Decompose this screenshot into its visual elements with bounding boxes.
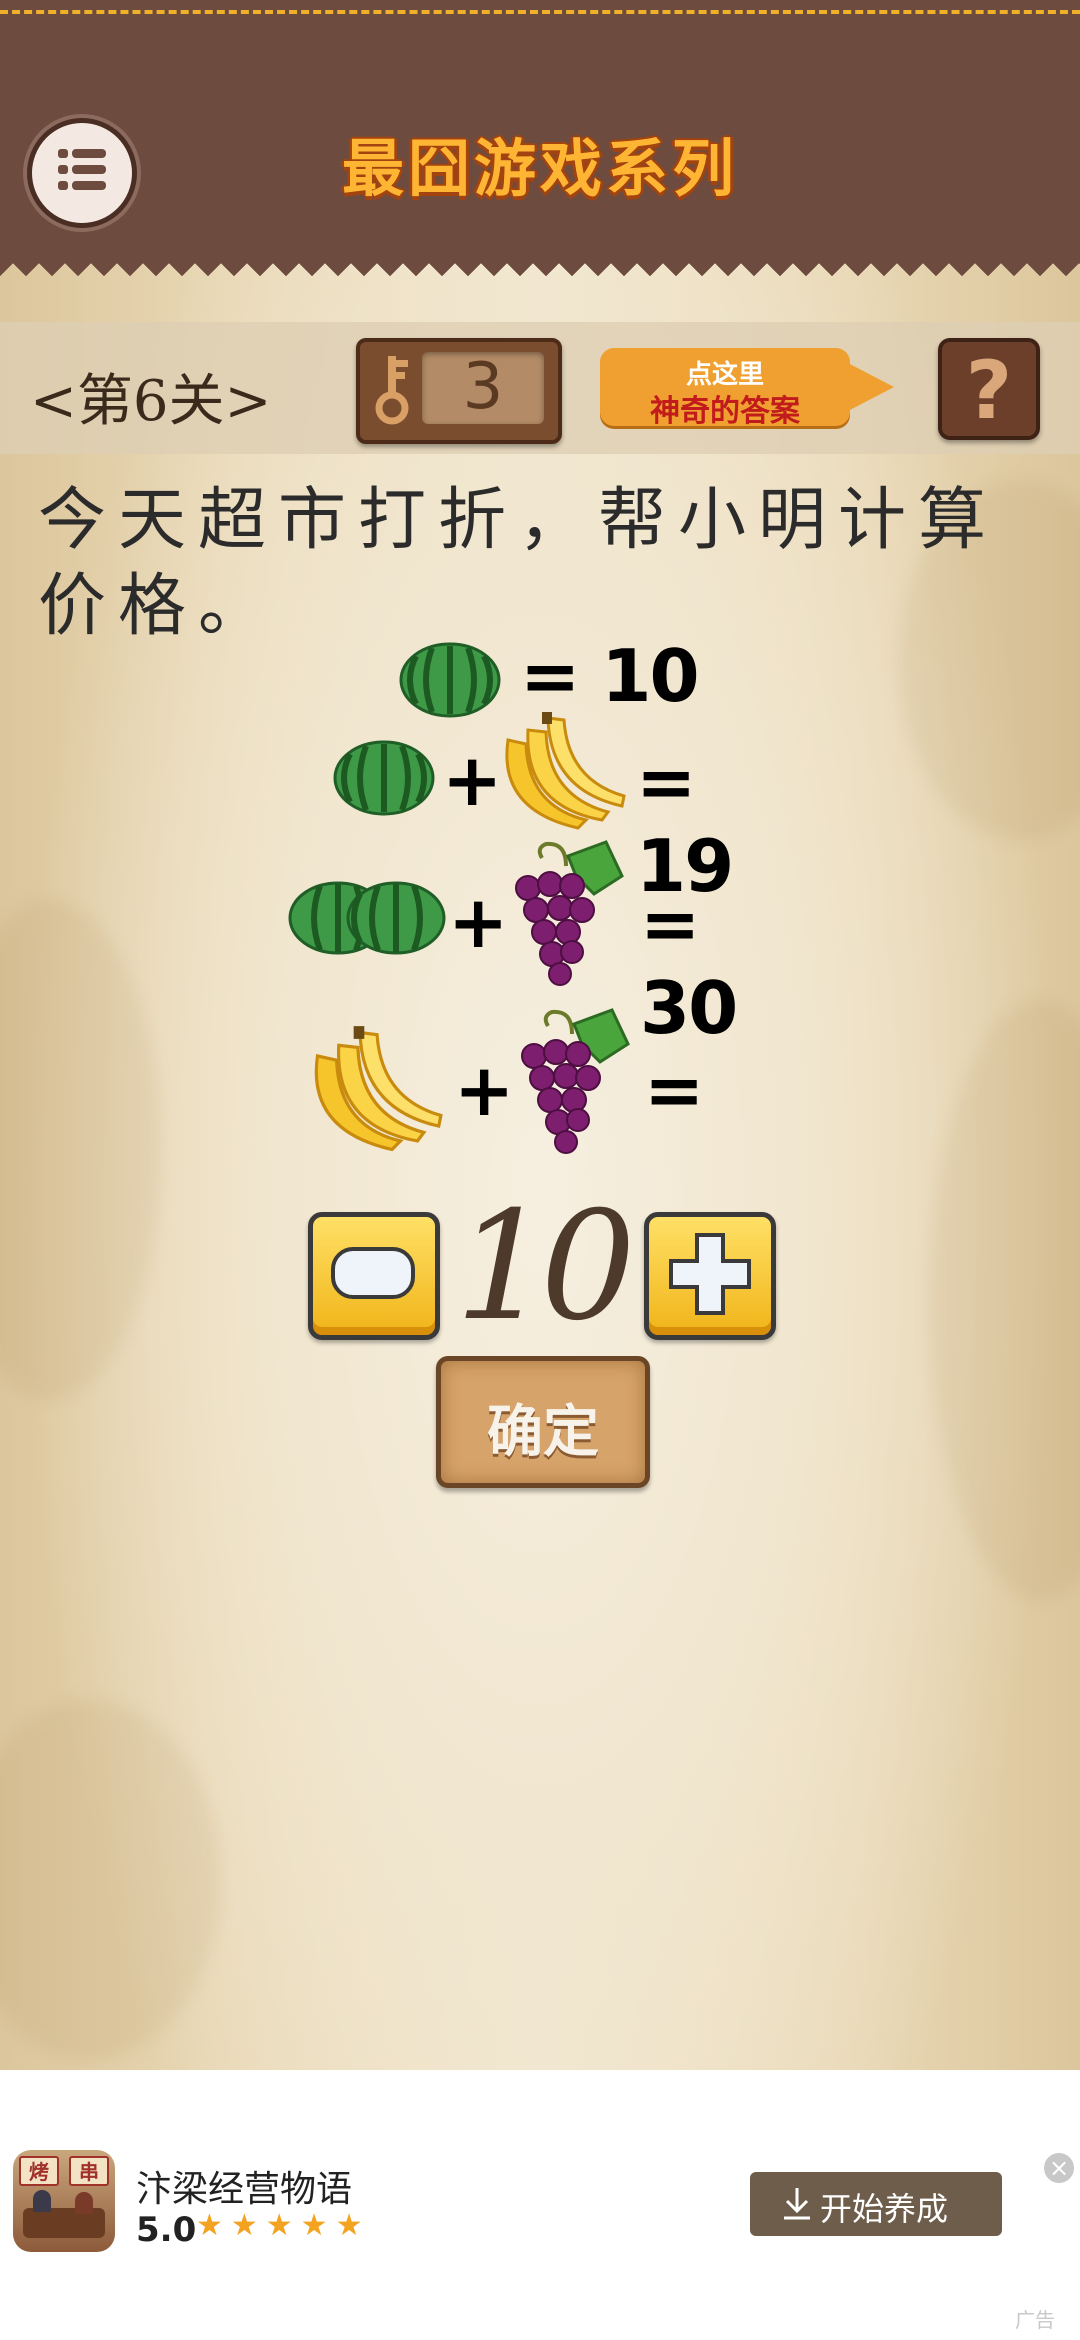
grapes-icon [515, 840, 624, 986]
plus-icon [669, 1233, 751, 1315]
grapes-icon [521, 1008, 630, 1154]
watermelon-icon [399, 642, 501, 718]
question-mark-icon: ? [965, 344, 1013, 437]
watermelon-icon [333, 740, 435, 816]
ad-icon-char-2: 串 [79, 2160, 99, 2184]
two-watermelons-icon [288, 881, 446, 955]
ad-close-button[interactable]: × [1044, 2153, 1074, 2183]
ad-start-button[interactable]: 开始养成 [750, 2172, 1002, 2236]
equation-2: + = 19 [332, 710, 792, 908]
header-stitching [0, 10, 1080, 14]
confirm-button[interactable]: 确定 [436, 1356, 650, 1488]
app-title: 最囧游戏系列 [341, 132, 738, 205]
confirm-label: 确定 [487, 1400, 599, 1465]
ad-app-icon[interactable]: 烤 串 [13, 2150, 115, 2252]
ad-title: 汴梁经营物语 [136, 2169, 353, 2210]
bananas-icon [314, 1026, 443, 1152]
plus-sign: + [454, 1048, 515, 1132]
download-icon [784, 2188, 810, 2220]
level-bar: <第6关> 3 点这里 神奇的答案 ? [0, 322, 1080, 454]
ad-rating: 5.0 [136, 2210, 197, 2250]
key-counter: 3 [356, 338, 562, 444]
bananas-icon [505, 712, 626, 830]
plus-sign: + [448, 880, 509, 964]
equation-4: + = [302, 1004, 722, 1174]
close-icon: × [1048, 2154, 1070, 2182]
top-header: 最囧游戏系列 [0, 0, 1080, 276]
help-button[interactable]: ? [938, 338, 1040, 440]
level-label: <第6关> [30, 369, 272, 434]
header-zigzag-edge [0, 250, 1080, 276]
ad-button-label: 开始养成 [820, 2190, 949, 2228]
question-text: 今天超市打折，帮小明计算价格。 [38, 481, 999, 646]
decrement-button[interactable] [308, 1212, 440, 1340]
arrow-right-icon [846, 362, 894, 412]
plus-sign: + [442, 738, 503, 822]
answer-hint-line2: 神奇的答案 [650, 394, 800, 429]
key-icon [375, 356, 409, 425]
increment-button[interactable] [644, 1212, 776, 1340]
ad-tag: 广告 [1015, 2308, 1055, 2332]
answer-value: 10 [455, 1180, 636, 1354]
equation-3: + = 30 [288, 836, 808, 1050]
equation-4-result: = [644, 1048, 704, 1132]
minus-icon [331, 1247, 415, 1299]
answer-hint-button[interactable]: 点这里 神奇的答案 [600, 348, 894, 429]
ad-icon-char-1: 烤 [29, 2160, 49, 2184]
star-rating-icon: ★★★★★ [196, 2208, 371, 2243]
game-area: 最囧游戏系列 <第6关> 3 点这里 神奇的答案 ? 今天超市打折，帮小明计算价… [0, 0, 1080, 2070]
equation-1-result: = 10 [520, 634, 700, 718]
key-count: 3 [462, 350, 504, 424]
